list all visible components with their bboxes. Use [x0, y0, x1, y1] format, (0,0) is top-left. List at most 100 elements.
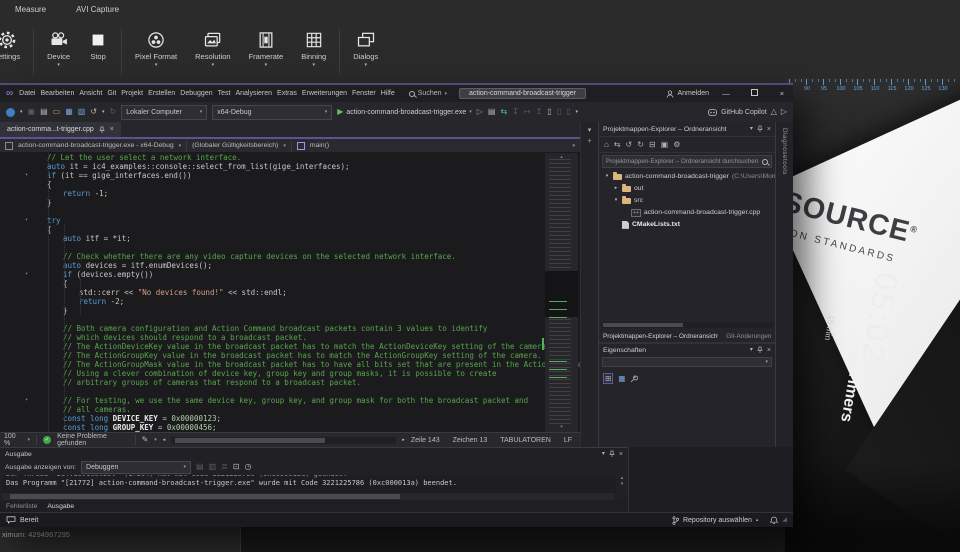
sign-in-button[interactable]: Anmelden: [666, 90, 709, 98]
line-indicator[interactable]: Zeile 143: [411, 437, 440, 444]
vs-menu-item-erweiterungen[interactable]: Erweiterungen: [302, 90, 347, 97]
code-line[interactable]: ▾if (devices.empty()): [0, 270, 580, 279]
show-all-files-icon[interactable]: ▣: [661, 140, 669, 149]
code-line[interactable]: auto devices = itf.enumDevices();: [0, 261, 580, 270]
code-line[interactable]: ▾try: [0, 216, 580, 225]
code-line[interactable]: std::cerr << "No devices found!" << std:…: [0, 288, 580, 297]
fold-chevron-icon[interactable]: ▾: [25, 171, 28, 180]
configuration-combo[interactable]: x64-Debug▾: [212, 105, 332, 120]
column-indicator[interactable]: Zeichen 13: [453, 437, 488, 444]
code-line[interactable]: // Using a clever combination of device …: [0, 369, 580, 378]
scrollbar-thumb[interactable]: [175, 438, 325, 443]
vs-menu-item-git[interactable]: Git: [107, 90, 116, 97]
window-layout-icon[interactable]: ▣: [28, 108, 36, 116]
scrollbar-thumb[interactable]: [603, 323, 683, 327]
code-line[interactable]: {: [0, 225, 580, 234]
copilot-chat-icon[interactable]: ▷: [781, 108, 787, 116]
minimize-button[interactable]: —: [715, 89, 737, 98]
capture-button-stop[interactable]: Stop: [79, 26, 117, 78]
chevron-down-icon[interactable]: ▾: [28, 437, 31, 443]
code-line[interactable]: // The ActionGroupMask value in the broa…: [0, 360, 580, 369]
redo-icon[interactable]: ↻: [110, 108, 117, 116]
run-without-debug-icon[interactable]: ▷: [477, 108, 483, 116]
vs-menu-item-fenster[interactable]: Fenster: [352, 90, 376, 97]
code-editor[interactable]: // Let the user select a network interfa…: [0, 153, 580, 432]
output-log[interactable]: Der Thread 'IC4.devicelist' (17304) hat …: [2, 475, 616, 493]
code-line[interactable]: const long GROUP_KEY = 0x00000456;: [0, 423, 580, 432]
word-wrap-icon[interactable]: ◷: [245, 463, 252, 471]
chevron-down-icon[interactable]: ▾: [750, 347, 753, 353]
vs-menu-item-bearbeiten[interactable]: Bearbeiten: [40, 90, 74, 97]
scroll-left-icon[interactable]: ◂: [163, 438, 166, 443]
refresh-icon[interactable]: ↻: [637, 140, 644, 149]
switch-views-icon[interactable]: ⇆: [614, 140, 621, 149]
chevron-down-icon[interactable]: ▾: [102, 110, 105, 115]
debug-target-combo[interactable]: Lokaler Computer▾: [121, 105, 207, 120]
horizontal-scrollbar[interactable]: [601, 322, 773, 328]
close-panel-icon[interactable]: ×: [767, 347, 771, 354]
bookmark-prev-icon[interactable]: ▯: [557, 108, 561, 116]
code-line[interactable]: ▾if (it == gige_interfaces.end()): [0, 171, 580, 180]
close-tab-icon[interactable]: ×: [110, 126, 114, 133]
feedback-bubble-icon[interactable]: [6, 516, 16, 524]
step-over-icon[interactable]: ↦: [524, 108, 531, 116]
code-line[interactable]: // Let the user select a network interfa…: [0, 153, 580, 162]
pin-icon[interactable]: [609, 450, 615, 458]
tree-item[interactable]: ▾action-command-broadcast-trigger (C:\Us…: [599, 170, 775, 182]
breadcrumb-scope[interactable]: (Globaler Gültigkeitsbereich): [192, 142, 278, 149]
chevron-down-icon[interactable]: ▾: [179, 143, 182, 149]
search-box[interactable]: Suchen▾: [409, 90, 447, 97]
zoom-level[interactable]: 100 %: [4, 433, 22, 447]
chevron-down-icon[interactable]: ▾: [750, 126, 753, 132]
code-line[interactable]: // The ActionGroupKey value in the broad…: [0, 351, 580, 360]
open-folder-icon[interactable]: ▭: [53, 108, 61, 116]
vs-menu-item-datei[interactable]: Datei: [19, 90, 35, 97]
code-line[interactable]: // all cameras.: [0, 405, 580, 414]
code-line[interactable]: // arbitrary groups of cameras that resp…: [0, 378, 580, 387]
code-line[interactable]: {: [0, 180, 580, 189]
close-panel-icon[interactable]: ×: [619, 451, 623, 458]
solution-explorer-icon[interactable]: ▤: [488, 108, 496, 116]
fold-chevron-icon[interactable]: ▾: [25, 396, 28, 405]
problems-status[interactable]: Keine Probleme gefunden: [57, 433, 129, 447]
close-panel-icon[interactable]: ×: [767, 126, 771, 133]
vertical-scrollbar[interactable]: ▴▾: [618, 475, 626, 493]
notifications-bell-icon[interactable]: [770, 516, 778, 525]
minimap-viewport[interactable]: [545, 271, 578, 317]
properties-object-combo[interactable]: ▾: [602, 357, 772, 367]
scroll-right-icon[interactable]: ▸: [402, 438, 405, 443]
code-line[interactable]: [0, 387, 580, 396]
copilot-badge[interactable]: GitHub Copilot △ ▷: [708, 108, 787, 116]
code-line[interactable]: [0, 243, 580, 252]
maximize-button[interactable]: [743, 89, 765, 98]
tree-expander-icon[interactable]: ▸: [613, 185, 619, 191]
chevron-down-icon[interactable]: ▾: [154, 437, 157, 443]
tree-expander-icon[interactable]: ▾: [613, 197, 619, 203]
code-line[interactable]: }: [0, 198, 580, 207]
vs-menu-item-hilfe[interactable]: Hilfe: [381, 90, 395, 97]
chevron-down-icon[interactable]: ▾: [581, 126, 598, 134]
code-line[interactable]: return -2;: [0, 297, 580, 306]
code-line[interactable]: [0, 207, 580, 216]
swap-icon[interactable]: ⇆: [500, 108, 507, 116]
pin-icon[interactable]: [99, 126, 105, 134]
minimap-scrollbar[interactable]: ▴ ▾: [545, 153, 578, 432]
step-into-icon[interactable]: ↧: [512, 108, 519, 116]
new-project-icon[interactable]: ▤: [40, 108, 48, 116]
code-line[interactable]: [0, 315, 580, 324]
wrench-icon[interactable]: [630, 375, 638, 383]
find-message-icon[interactable]: ▤: [196, 463, 204, 471]
pin-icon[interactable]: [757, 125, 763, 133]
code-line[interactable]: const long DEVICE_KEY = 0x00000123;: [0, 414, 580, 423]
code-line[interactable]: auto it = ic4_examples::console::select_…: [0, 162, 580, 171]
capture-menu-item[interactable]: Measure: [15, 5, 46, 14]
capture-button-settings[interactable]: Settings: [0, 26, 29, 78]
goto-next-icon[interactable]: ≣: [221, 463, 228, 471]
capture-button-pixel-format[interactable]: Pixel Format▾: [126, 26, 186, 78]
fold-chevron-icon[interactable]: ▾: [25, 270, 28, 279]
tab-diagnostics[interactable]: Diagnosetools: [781, 128, 788, 175]
thumbs-icon[interactable]: △: [771, 108, 777, 116]
bookmark-next-icon[interactable]: ▯: [566, 108, 570, 116]
tree-expander-icon[interactable]: ▾: [604, 173, 610, 179]
code-line[interactable]: // Check whether there are any video cap…: [0, 252, 580, 261]
